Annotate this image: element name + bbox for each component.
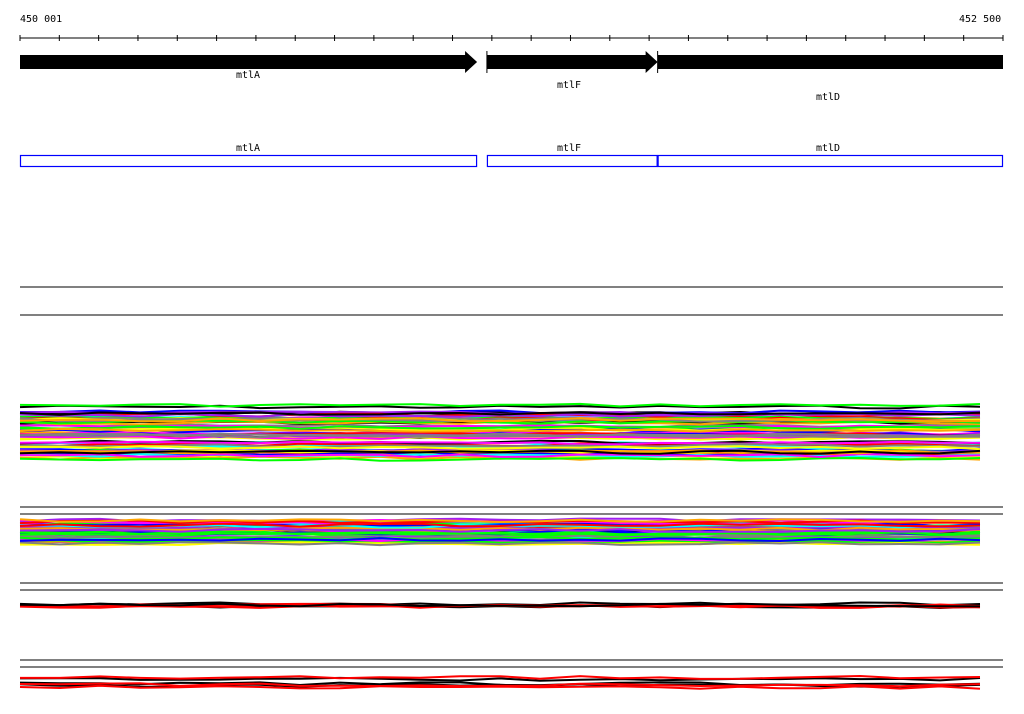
expression-track-1-line [19, 456, 981, 462]
gene-label-mtlF[interactable]: mtlF [557, 80, 581, 91]
annotation-box-mtlD[interactable] [657, 154, 1004, 168]
ruler-start-label: 450 001 [20, 14, 63, 25]
annotation-label-mtlF[interactable]: mtlF [557, 143, 581, 154]
ruler-end-label: 452 500 [959, 14, 1002, 25]
annotation-box-mtlF[interactable] [486, 154, 658, 168]
annotation-box-mtlA[interactable] [19, 154, 478, 168]
genome-browser-canvas [19, 35, 1004, 690]
annotation-label-mtlA[interactable]: mtlA [236, 143, 260, 154]
gene-arrow-mtlD[interactable] [657, 55, 1003, 69]
gene-label-mtlD[interactable]: mtlD [816, 92, 840, 103]
gene-label-mtlA[interactable]: mtlA [236, 70, 260, 81]
gene-arrow-mtlF[interactable] [486, 51, 658, 73]
annotation-label-mtlD[interactable]: mtlD [816, 143, 840, 154]
